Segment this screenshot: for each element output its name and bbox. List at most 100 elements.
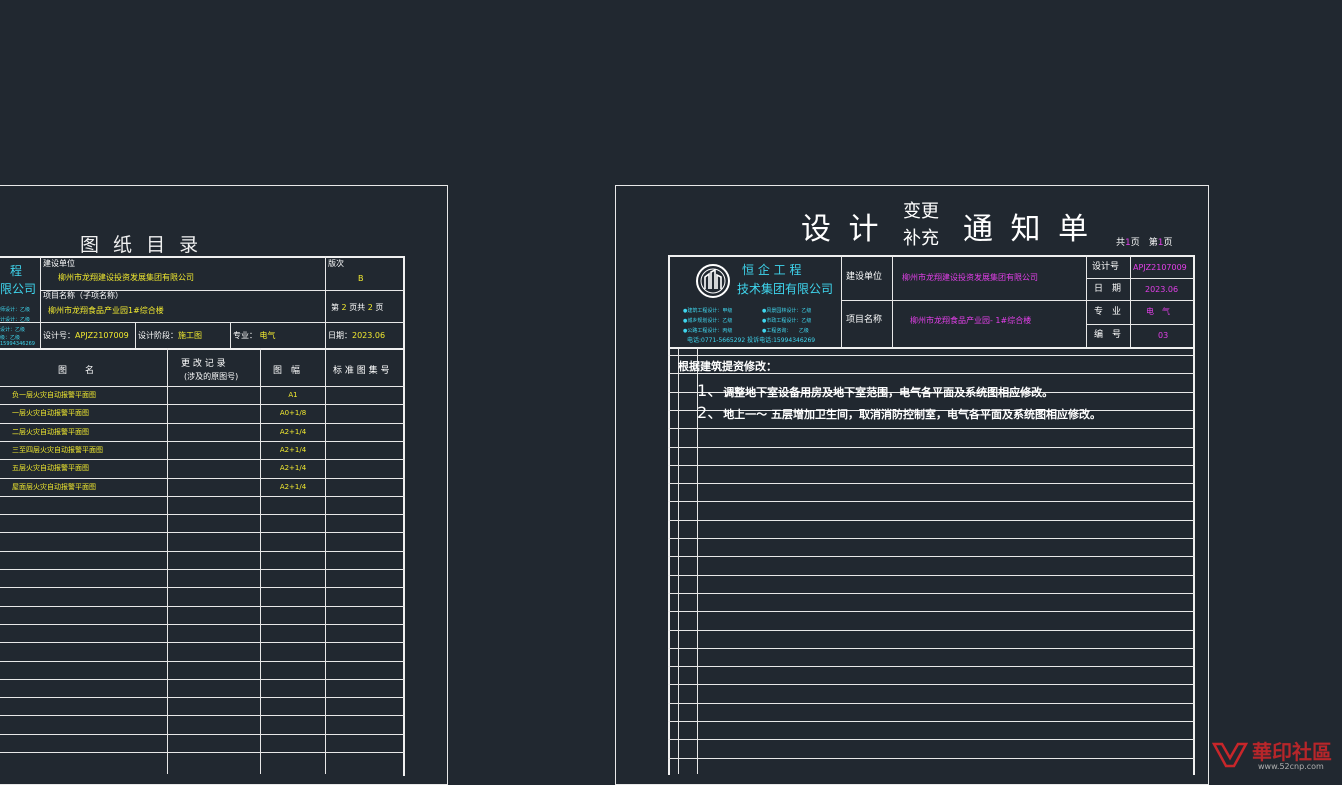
page-count-text: 页 第 <box>1130 238 1158 248</box>
qualification: ●公路工程设计：丙级 <box>683 328 733 334</box>
table-row-line <box>0 551 405 552</box>
stage-label: 设计阶段： <box>138 331 178 340</box>
build-unit-label: 建设单位 <box>846 272 883 282</box>
divider <box>325 256 326 348</box>
table-column-line <box>260 348 261 774</box>
ruling-line <box>668 666 1195 667</box>
divider <box>841 255 842 348</box>
major-label: 专 业 <box>1094 307 1122 317</box>
notice-title-top: 变更 <box>903 201 939 222</box>
ruling-line <box>668 355 1195 356</box>
col-header-change: 更 改 记 录 <box>181 359 226 369</box>
catalog-title: 图 纸 目 录 <box>80 234 203 256</box>
divider <box>40 256 41 348</box>
ruling-line <box>668 758 1195 759</box>
qualification: ●工程咨询： 乙级 <box>762 328 809 334</box>
table-row-line <box>0 478 405 479</box>
col-header-name: 图 名 <box>58 366 95 376</box>
ruling-line <box>668 703 1195 704</box>
ruling-line <box>668 465 1195 466</box>
date: 日期：2023.06 <box>328 332 385 340</box>
ruling-line <box>668 483 1195 484</box>
divider <box>841 300 1086 301</box>
table-row-line <box>0 459 405 460</box>
ruling-line <box>668 630 1195 631</box>
drawing-name: 二层火灾自动报警平面图 <box>12 428 89 436</box>
col-header-size: 图 幅 <box>273 366 301 376</box>
table-column-line <box>167 348 168 774</box>
divider <box>230 322 231 348</box>
edition-value: B <box>358 274 364 283</box>
company-name-line2: 技术集团有限公司 <box>737 282 834 296</box>
divider <box>1086 324 1194 325</box>
table-right <box>403 256 405 776</box>
divider <box>1130 255 1131 348</box>
divider <box>0 322 405 323</box>
table-row-line <box>0 734 405 735</box>
table-row-line <box>0 606 405 607</box>
design-stage: 设计阶段：施工图 <box>138 332 202 340</box>
divider <box>1086 255 1087 348</box>
table-row-line <box>0 532 405 533</box>
major: 专业： 电气 <box>233 332 276 340</box>
table-row-line <box>0 441 405 442</box>
ruling-line <box>668 648 1195 649</box>
table-row-line <box>0 752 405 753</box>
divider <box>0 348 405 350</box>
build-unit-value: 柳州市龙翔建设投资发展集团有限公司 <box>902 273 1038 282</box>
stage-value: 施工图 <box>178 331 202 340</box>
notice-table-top <box>668 255 1195 257</box>
col-header-change-sub: (涉及的原图号) <box>184 372 239 381</box>
qualification: ●风景园林设计：乙级 <box>762 308 812 314</box>
date-label: 日期： <box>328 331 352 340</box>
company-qualification: 师设计：乙级 <box>0 307 31 313</box>
page-number: 2 <box>341 303 347 312</box>
qualification: ●市政工程设计：乙级 <box>762 318 812 324</box>
company-name-fragment-1: 程 <box>10 264 23 278</box>
table-row-line <box>0 679 405 680</box>
site-watermark: 華印社區 www.52cnp.com <box>1212 736 1340 774</box>
major-value: 电 气 <box>1146 307 1170 316</box>
page-count-text: 共 <box>1116 238 1126 248</box>
table-row-line <box>0 423 405 424</box>
table-row-line <box>0 496 405 497</box>
watermark-logo-icon <box>1212 742 1248 768</box>
divider <box>1086 300 1194 301</box>
qualification: ●城乡规划设计：乙级 <box>683 318 733 324</box>
table-row-line <box>0 404 405 405</box>
project-label: 项目名称 <box>846 315 883 325</box>
ruling-margin-line <box>678 348 679 774</box>
page-info: 第 2 页共 2 页 <box>331 304 383 312</box>
ruling-line <box>668 684 1195 685</box>
notice-title-left: 设 计 <box>801 212 883 247</box>
page-total: 2 <box>367 303 373 312</box>
company-qualification: 设计：乙级 <box>0 327 26 333</box>
major-label: 专业： <box>233 331 257 340</box>
ruling-line <box>668 593 1195 594</box>
ruling-line <box>668 447 1195 448</box>
divider <box>135 322 136 348</box>
date-label: 日 期 <box>1094 284 1122 294</box>
table-row-line <box>0 624 405 625</box>
ruling-line <box>668 739 1195 740</box>
design-no-label: 设计号： <box>43 331 75 340</box>
drawing-size: A2+1/4 <box>279 446 307 454</box>
page-info-text: 页共 <box>349 303 366 312</box>
content-item-1: 1、调整地下室设备用房及地下室范围，电气各平面及系统图相应修改。 <box>697 377 1053 401</box>
ruling-line <box>668 538 1195 539</box>
item-text: 地上一～ 五层增加卫生间，取消消防控制室，电气各平面及系统图相应修改。 <box>723 408 1102 421</box>
item-text: 调整地下室设备用房及地下室范围，电气各平面及系统图相应修改。 <box>723 386 1054 399</box>
drawing-name: 屋面层火灾自动报警平面图 <box>12 483 96 491</box>
project-value: 柳州市龙翔食品产业园1#综合楼 <box>48 306 164 315</box>
date-value: 2023.06 <box>1145 285 1179 294</box>
design-no-label: 设计号 <box>1092 262 1120 272</box>
item-number: 1、 <box>697 381 724 400</box>
drawing-size: A2+1/4 <box>279 428 307 436</box>
divider <box>892 255 893 348</box>
company-phone: 15994346269 <box>0 341 35 347</box>
drawing-size: A2+1/4 <box>279 483 307 491</box>
table-row-line <box>0 661 405 662</box>
major-value: 电气 <box>259 331 276 340</box>
notice-table-left <box>668 255 670 775</box>
table-row-line <box>0 569 405 570</box>
